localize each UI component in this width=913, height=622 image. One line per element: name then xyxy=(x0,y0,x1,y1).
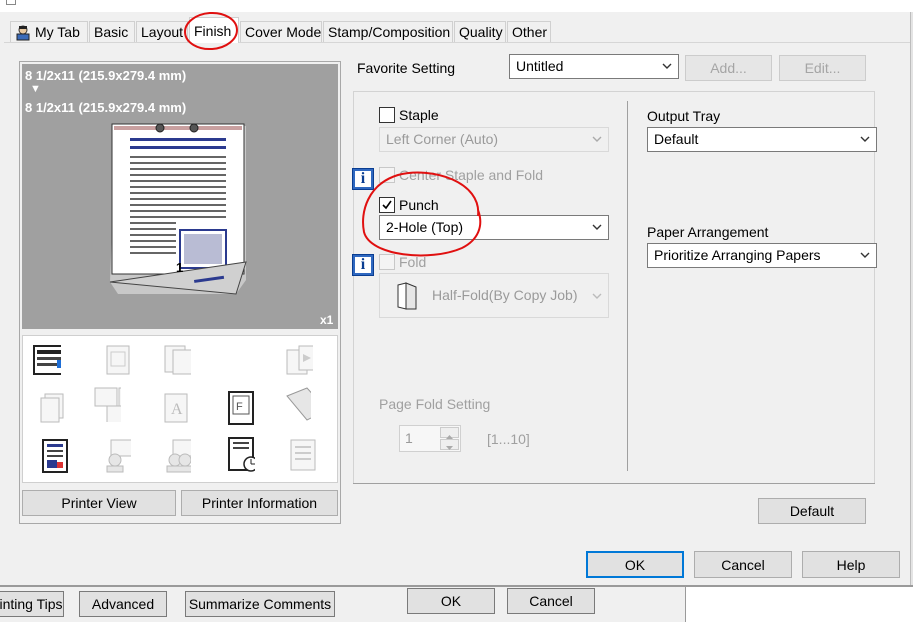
tab-basic[interactable]: Basic xyxy=(89,21,135,43)
window-icon xyxy=(6,0,16,5)
background-ok-button[interactable]: OK xyxy=(407,588,495,614)
overlay-icon[interactable]: F xyxy=(227,390,255,426)
tab-stamp-composition[interactable]: Stamp/Composition xyxy=(323,21,453,43)
printer-information-button[interactable]: Printer Information xyxy=(181,490,338,516)
output-tray-value: Default xyxy=(654,131,699,147)
page-fold-value: 1 xyxy=(405,430,413,446)
add-favorite-button[interactable]: Add... xyxy=(685,55,772,81)
paper-arrangement-dropdown[interactable]: Prioritize Arranging Papers xyxy=(647,243,877,268)
info-icon[interactable]: i xyxy=(352,254,374,276)
secure-settings-icon[interactable] xyxy=(283,386,311,422)
checkmark-icon xyxy=(382,200,392,210)
advanced-button[interactable]: Advanced xyxy=(79,591,167,617)
staple-checkbox[interactable] xyxy=(379,107,395,123)
page-fold-setting-label: Page Fold Setting xyxy=(379,396,491,412)
chevron-down-icon xyxy=(592,136,602,142)
paper-size-original: 8 1/2x11 (215.9x279.4 mm) xyxy=(25,68,187,83)
ok-button[interactable]: OK xyxy=(586,551,684,578)
chevron-down-icon xyxy=(592,224,602,230)
output-tray-dropdown[interactable]: Default xyxy=(647,127,877,152)
help-button[interactable]: Help xyxy=(802,551,900,578)
punch-label: Punch xyxy=(399,197,439,213)
punch-checkbox[interactable] xyxy=(379,197,395,213)
tab-label: Stamp/Composition xyxy=(328,24,451,40)
tab-cover-mode[interactable]: Cover Mode xyxy=(240,21,322,43)
preview-image: 8 1/2x11 (215.9x279.4 mm) ▼ 8 1/2x11 (21… xyxy=(22,64,338,329)
stepper-down-button[interactable] xyxy=(440,439,459,450)
tab-label: Finish xyxy=(194,23,232,39)
page-fold-stepper[interactable]: 1 xyxy=(399,425,461,452)
fold-checkbox[interactable] xyxy=(379,254,395,270)
paper-arrangement-value: Prioritize Arranging Papers xyxy=(654,247,821,263)
list-settings-icon[interactable] xyxy=(289,438,317,474)
svg-text:F: F xyxy=(236,401,243,413)
fold-label: Fold xyxy=(399,254,427,270)
layout-detail-icon[interactable] xyxy=(105,344,133,380)
svg-text:A: A xyxy=(171,401,183,418)
group-divider xyxy=(353,483,875,484)
chevron-down-icon xyxy=(860,252,870,258)
column-divider xyxy=(627,101,628,471)
background-cancel-button[interactable]: Cancel xyxy=(507,588,595,614)
favorite-setting-label: Favorite Setting xyxy=(357,60,456,76)
edit-favorite-button[interactable]: Edit... xyxy=(779,55,866,81)
center-staple-checkbox[interactable] xyxy=(379,167,395,183)
staple-position-value: Left Corner (Auto) xyxy=(386,131,499,147)
tab-label: Quality xyxy=(459,24,503,40)
page-fold-range: [1...10] xyxy=(487,431,530,447)
tab-my-tab[interactable]: My Tab xyxy=(10,21,88,43)
favorite-setting-dropdown[interactable]: Untitled xyxy=(509,54,679,79)
summarize-comments-button[interactable]: Summarize Comments xyxy=(185,591,335,617)
page-number: 1 xyxy=(176,260,184,275)
background-desktop xyxy=(686,587,913,622)
tab-label: Basic xyxy=(94,24,129,40)
down-arrow-icon: ▼ xyxy=(30,83,41,95)
copy-pages-icon[interactable] xyxy=(163,344,191,380)
timed-print-icon[interactable] xyxy=(227,436,255,472)
cancel-button[interactable]: Cancel xyxy=(694,551,792,578)
tab-finish[interactable]: Finish xyxy=(189,17,239,43)
tab-label: Other xyxy=(512,24,548,40)
center-staple-label: Center Staple and Fold xyxy=(399,167,543,183)
account-track-icon[interactable] xyxy=(163,438,191,474)
printing-tips-button[interactable]: inting Tips xyxy=(0,591,64,617)
booklet-icon[interactable] xyxy=(93,386,121,422)
favorite-setting-value: Untitled xyxy=(516,58,564,74)
punch-type-dropdown[interactable]: 2-Hole (Top) xyxy=(379,215,609,240)
copy-count: x1 xyxy=(320,313,334,327)
chevron-down-icon xyxy=(860,136,870,142)
stacked-pages-icon[interactable] xyxy=(39,392,67,428)
staple-position-dropdown[interactable]: Left Corner (Auto) xyxy=(379,127,609,152)
half-fold-icon xyxy=(397,282,417,310)
staple-label: Staple xyxy=(399,107,439,123)
default-button[interactable]: Default xyxy=(758,498,866,524)
punch-type-value: 2-Hole (Top) xyxy=(386,219,464,235)
fold-type-dropdown[interactable]: Half-Fold(By Copy Job) xyxy=(379,273,609,318)
chevron-down-icon xyxy=(592,293,602,299)
user-authentication-icon[interactable] xyxy=(103,438,131,474)
printer-view-icon[interactable] xyxy=(33,342,61,378)
window-title-bar xyxy=(0,0,913,12)
printer-view-button[interactable]: Printer View xyxy=(22,490,176,516)
info-icon[interactable]: i xyxy=(352,168,374,190)
view-icon-grid: A F xyxy=(22,335,338,483)
document-report-icon[interactable] xyxy=(41,438,69,474)
tab-layout[interactable]: Layout xyxy=(136,21,188,43)
tab-label: My Tab xyxy=(35,24,80,40)
tab-quality[interactable]: Quality xyxy=(454,21,506,43)
output-tray-label: Output Tray xyxy=(647,108,721,124)
user-icon xyxy=(16,25,30,41)
font-settings-icon[interactable]: A xyxy=(163,392,191,428)
chevron-down-icon xyxy=(662,63,672,69)
fold-type-value: Half-Fold(By Copy Job) xyxy=(432,287,578,303)
paper-arrangement-label: Paper Arrangement xyxy=(647,224,769,240)
stepper-up-button[interactable] xyxy=(440,427,459,439)
tab-other[interactable]: Other xyxy=(507,21,551,43)
paper-size-output: 8 1/2x11 (215.9x279.4 mm) xyxy=(25,100,187,115)
tab-label: Cover Mode xyxy=(245,24,322,40)
watermark-settings-icon[interactable] xyxy=(285,344,313,380)
tab-label: Layout xyxy=(141,24,184,40)
triangle-down-icon xyxy=(446,446,453,450)
